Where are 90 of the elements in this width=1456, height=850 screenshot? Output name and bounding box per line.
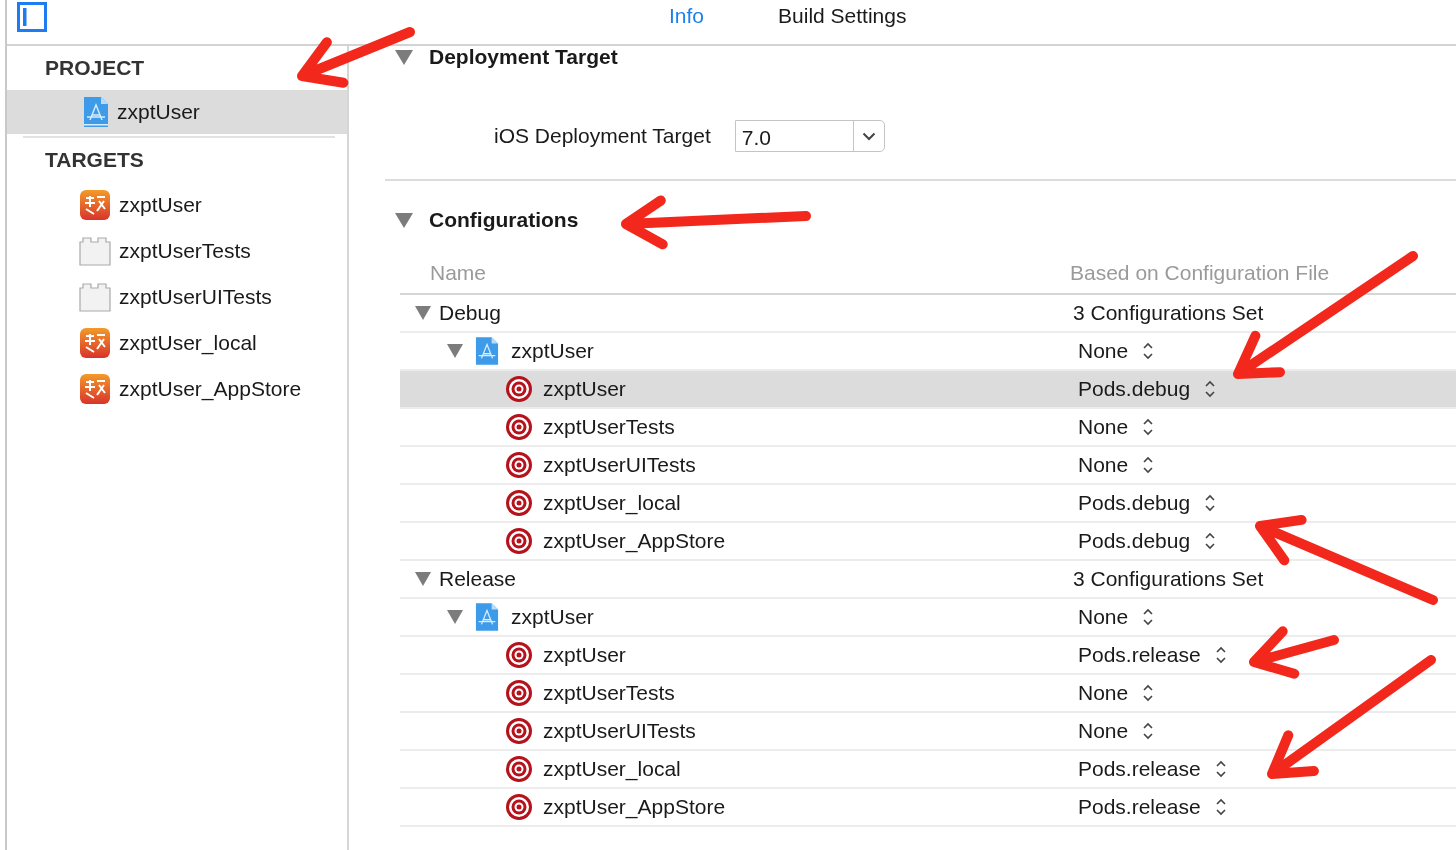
target-item[interactable]: zxptUser_AppStore (7, 366, 347, 412)
stepper-icon (1142, 341, 1155, 361)
configuration-popup[interactable]: Pods.debug (1070, 491, 1217, 515)
disclosure-triangle-icon[interactable] (395, 49, 413, 65)
section-header: Deployment Target (429, 45, 618, 69)
configuration-summary: 3 Configurations Set (1073, 567, 1264, 591)
configuration-popup[interactable]: None (1070, 339, 1155, 363)
configuration-name: Debug (439, 301, 501, 325)
sidebar-toggle-icon[interactable] (17, 2, 47, 32)
target-name: zxptUserUITests (543, 453, 696, 477)
app-file-icon (83, 96, 109, 128)
target-icon (505, 489, 533, 517)
stepper-icon (1214, 759, 1227, 779)
target-row[interactable]: zxptUser_local Pods.release (400, 751, 1456, 789)
tab[interactable]: Build Settings (778, 4, 907, 28)
configuration-name: Release (439, 567, 517, 591)
deployment-target-combo[interactable]: 7.0 (734, 120, 885, 152)
target-row[interactable]: zxptUser Pods.debug (400, 371, 1456, 409)
target-icon (505, 679, 533, 707)
stepper-icon (1142, 417, 1155, 437)
chevron-down-icon (861, 131, 876, 141)
configuration-popup[interactable]: Pods.debug (1070, 377, 1217, 401)
field-label: iOS Deployment Target (494, 124, 711, 148)
target-name: zxptUser_AppStore (543, 795, 726, 819)
target-name: zxptUser_local (543, 491, 681, 515)
target-icon (505, 641, 533, 669)
target-name: zxptUserTests (543, 681, 675, 705)
stepper-icon (1142, 607, 1155, 627)
target-item[interactable]: zxptUserTests (7, 228, 347, 274)
column-header: Name (429, 261, 488, 285)
configuration-popup[interactable]: Pods.release (1070, 795, 1227, 819)
stepper-icon (1142, 721, 1155, 741)
target-row[interactable]: zxptUser_AppStore Pods.release (400, 789, 1456, 827)
target-row[interactable]: zxptUser Pods.release (400, 637, 1456, 675)
target-name: zxptUser (543, 377, 626, 401)
configuration-summary: 3 Configurations Set (1073, 301, 1264, 325)
target-item[interactable]: zxptUser_local (7, 320, 347, 366)
target-row[interactable]: zxptUser_local Pods.debug (400, 485, 1456, 523)
column-header: Based on Configuration File (1070, 261, 1330, 285)
section-header: PROJECT (44, 55, 146, 81)
app-icon (79, 189, 111, 221)
target-name: zxptUser_local (543, 757, 681, 781)
app-file-icon (475, 336, 499, 366)
target-icon (505, 755, 533, 783)
project-name: zxptUser (511, 605, 594, 629)
bundle-icon (79, 282, 111, 312)
stepper-icon (1214, 645, 1227, 665)
configuration-popup[interactable]: None (1070, 681, 1155, 705)
target-item[interactable]: zxptUserUITests (7, 274, 347, 320)
target-icon (505, 793, 533, 821)
disclosure-triangle-icon[interactable] (415, 572, 431, 586)
target-icon (505, 717, 533, 745)
target-name: zxptUserTests (543, 415, 675, 439)
stepper-icon (1142, 683, 1155, 703)
target-row[interactable]: zxptUserUITests None (400, 447, 1456, 485)
target-row[interactable]: zxptUserTests None (400, 675, 1456, 713)
app-file-icon (475, 602, 499, 632)
configuration-popup[interactable]: Pods.release (1070, 757, 1227, 781)
configuration-popup[interactable]: None (1070, 605, 1155, 629)
configuration-popup[interactable]: None (1070, 719, 1155, 743)
target-row[interactable]: zxptUserTests None (400, 409, 1456, 447)
stepper-icon (1204, 493, 1217, 513)
target-icon (505, 413, 533, 441)
section-header: TARGETS (44, 147, 145, 173)
target-icon (505, 527, 533, 555)
bundle-icon (79, 236, 111, 266)
target-name: zxptUserUITests (543, 719, 696, 743)
app-icon (79, 373, 111, 405)
configuration-popup[interactable]: None (1070, 415, 1155, 439)
configuration-popup[interactable]: Pods.release (1070, 643, 1227, 667)
section-header: Configurations (429, 208, 579, 232)
configuration-popup[interactable]: None (1070, 453, 1155, 477)
disclosure-triangle-icon[interactable] (395, 212, 413, 228)
tab[interactable]: Info (669, 4, 705, 28)
configuration-popup[interactable]: Pods.debug (1070, 529, 1217, 553)
target-row[interactable]: zxptUserUITests None (400, 713, 1456, 751)
target-row[interactable]: zxptUser_AppStore Pods.debug (400, 523, 1456, 561)
project-name: zxptUser (511, 339, 594, 363)
stepper-icon (1214, 797, 1227, 817)
target-item[interactable]: zxptUser (7, 182, 347, 228)
disclosure-triangle-icon[interactable] (415, 306, 431, 320)
target-name: zxptUser_AppStore (543, 529, 726, 553)
stepper-icon (1204, 531, 1217, 551)
stepper-icon (1204, 379, 1217, 399)
target-icon (505, 451, 533, 479)
app-icon (79, 327, 111, 359)
target-name: zxptUser (543, 643, 626, 667)
project-item[interactable]: zxptUser (7, 90, 347, 134)
stepper-icon (1142, 455, 1155, 475)
target-icon (505, 375, 533, 403)
